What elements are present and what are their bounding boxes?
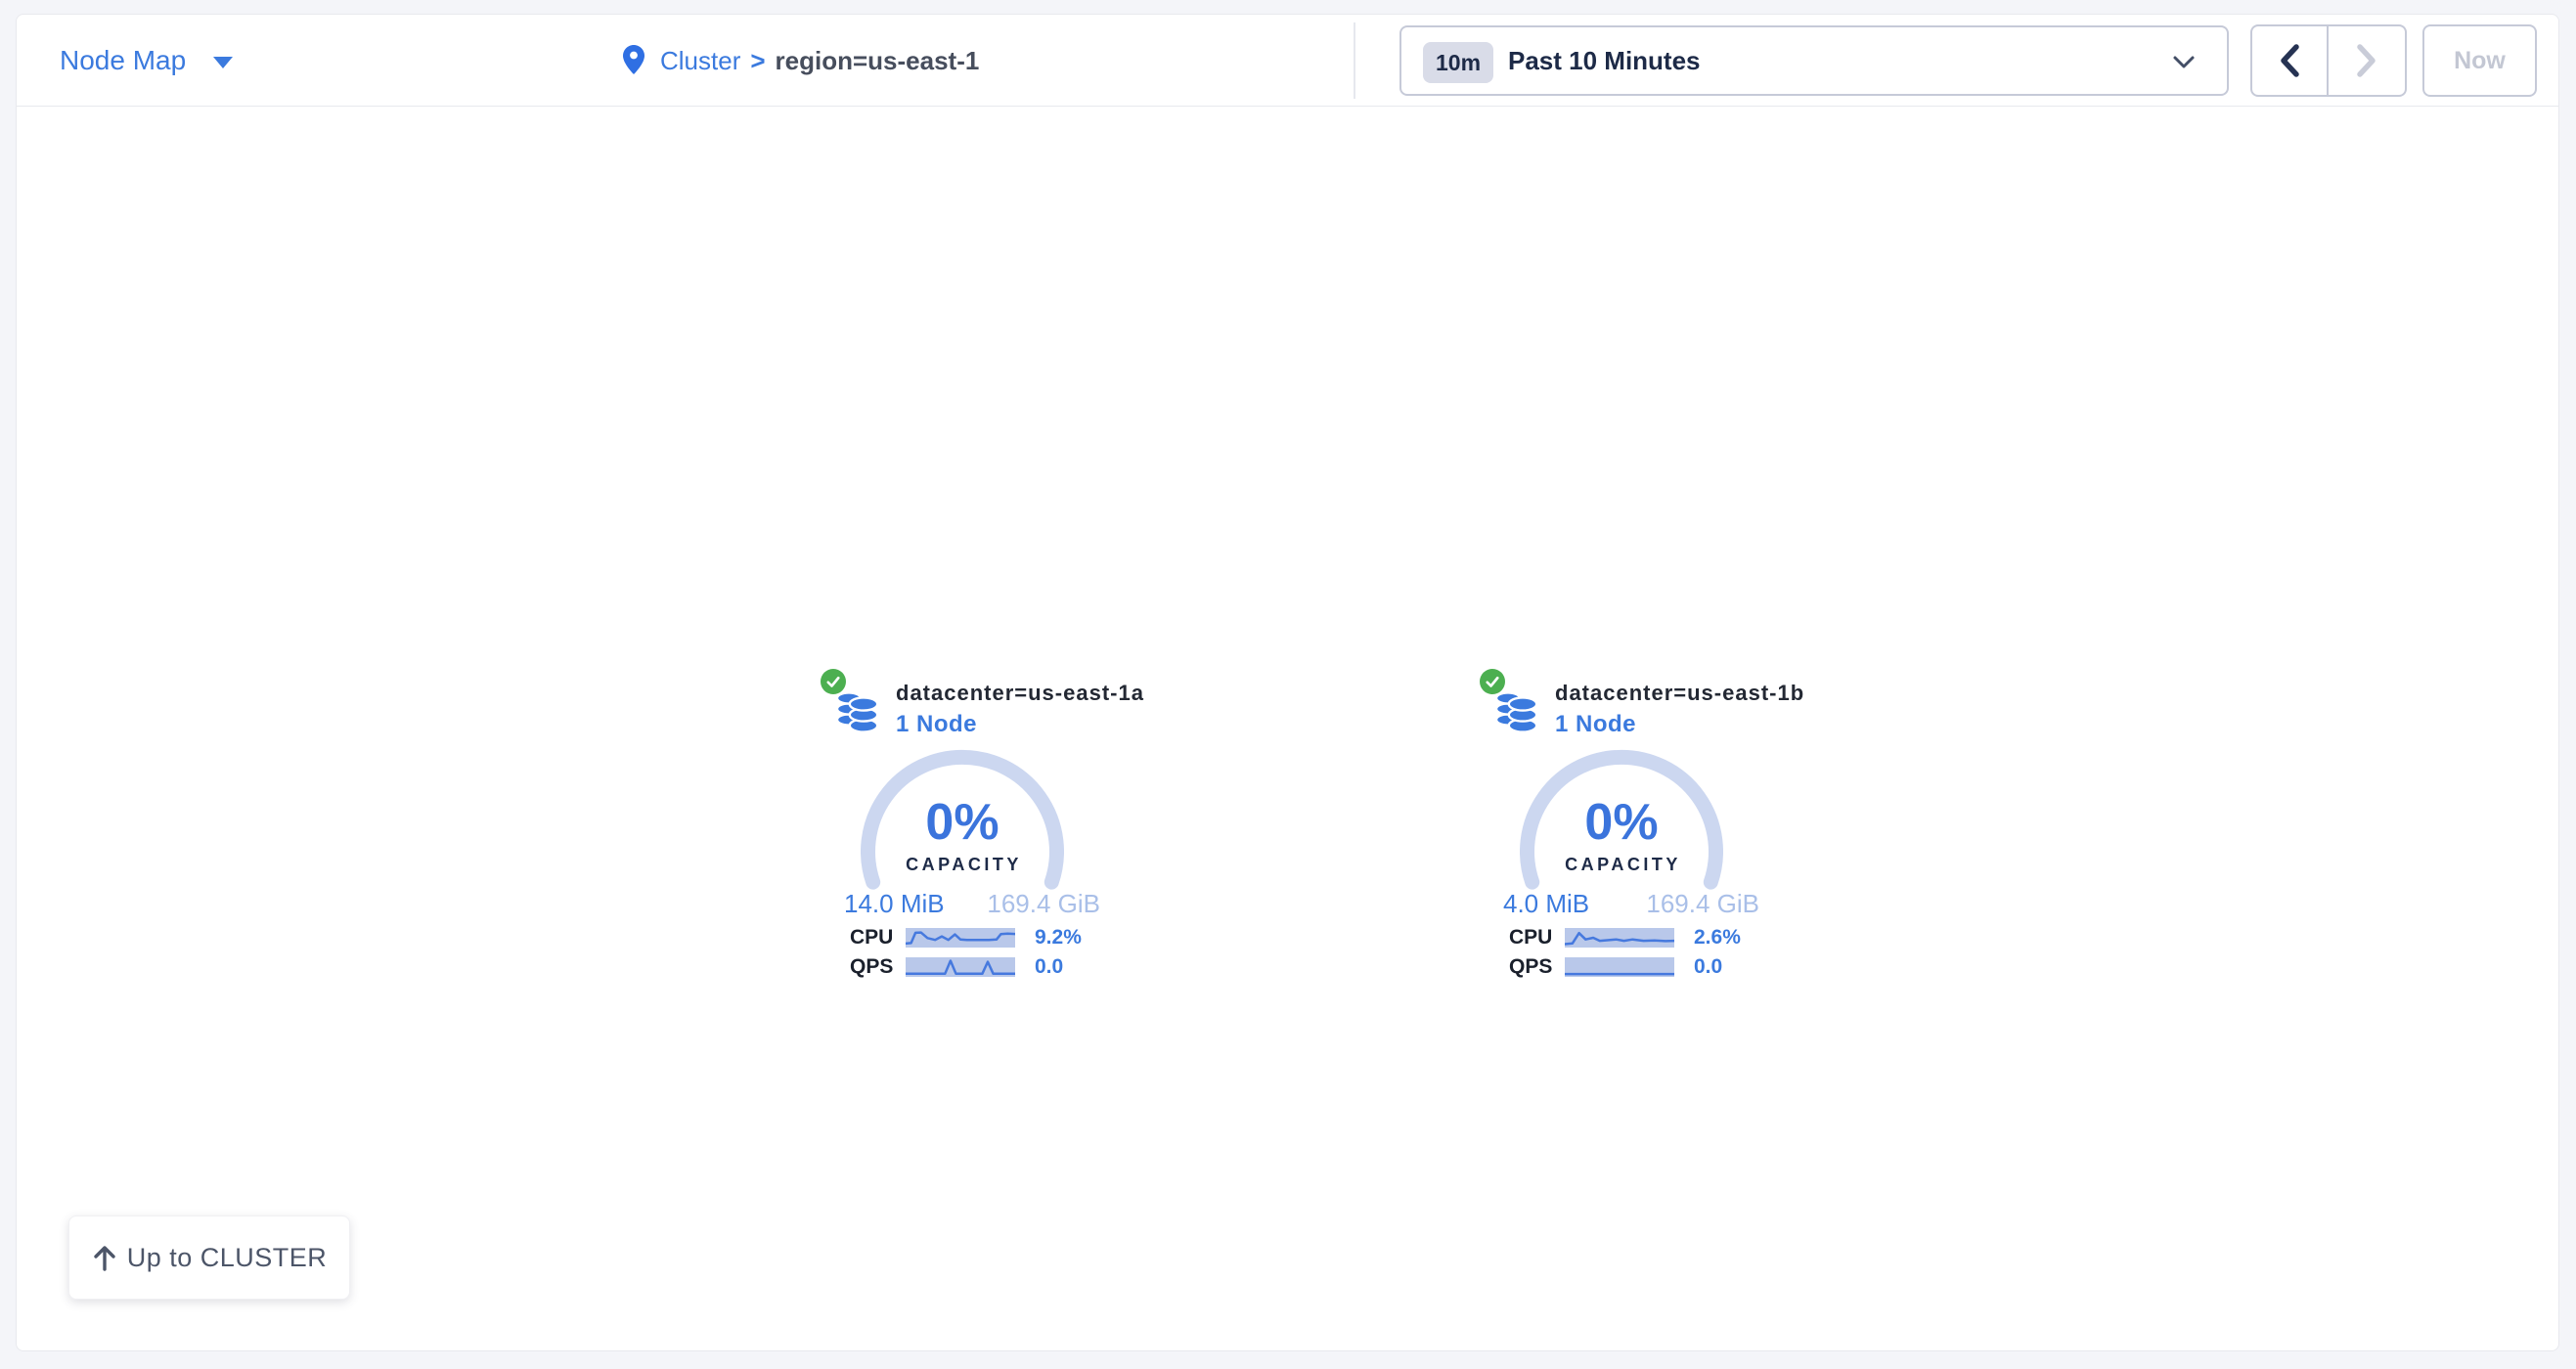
- qps-label: QPS: [1509, 956, 1552, 978]
- capacity-gauge: 0% CAPACITY: [861, 749, 1064, 898]
- time-range-badge: 10m: [1423, 42, 1493, 83]
- chevron-down-icon: [2172, 55, 2196, 70]
- capacity-used-total: 14.0 MiB 169.4 GiB: [844, 889, 1100, 918]
- prev-time-button[interactable]: [2252, 26, 2329, 95]
- capacity-used: 4.0 MiB: [1503, 889, 1589, 918]
- breadcrumb-separator: >: [750, 46, 765, 76]
- database-stack-icon: [1495, 683, 1538, 733]
- database-stack-icon: [836, 683, 879, 733]
- cpu-value: 9.2%: [1035, 927, 1082, 949]
- up-to-cluster-button[interactable]: Up to CLUSTER: [68, 1215, 350, 1300]
- qps-sparkline: [906, 957, 1015, 977]
- capacity-label: CAPACITY: [1520, 854, 1723, 875]
- time-range-dropdown[interactable]: 10m Past 10 Minutes: [1399, 25, 2229, 96]
- next-time-button[interactable]: [2329, 26, 2405, 95]
- main-panel: Node Map Cluster > region=us-east-1 10m …: [16, 14, 2559, 1351]
- cpu-value: 2.6%: [1694, 927, 1741, 949]
- capacity-percent: 0%: [861, 797, 1064, 848]
- chevron-right-icon: [2354, 42, 2379, 79]
- qps-sparkline: [1565, 957, 1674, 977]
- node-count-link[interactable]: 1 Node: [896, 711, 977, 738]
- check-icon: [821, 669, 846, 694]
- qps-metric-row: QPS 0.0: [1507, 956, 1783, 978]
- now-button[interactable]: Now: [2422, 24, 2537, 97]
- capacity-total: 169.4 GiB: [987, 889, 1100, 918]
- capacity-used: 14.0 MiB: [844, 889, 945, 918]
- time-pager: [2250, 24, 2407, 97]
- up-to-cluster-label: Up to CLUSTER: [127, 1243, 328, 1273]
- map-canvas: datacenter=us-east-1a 1 Node 0% CAPACITY…: [17, 108, 2558, 1352]
- datacenter-name: datacenter=us-east-1a: [896, 681, 1144, 706]
- header-divider: [1354, 22, 1355, 99]
- capacity-gauge: 0% CAPACITY: [1520, 749, 1723, 898]
- datacenter-name: datacenter=us-east-1b: [1555, 681, 1804, 706]
- qps-metric-row: QPS 0.0: [848, 956, 1124, 978]
- cpu-label: CPU: [850, 927, 893, 949]
- capacity-label: CAPACITY: [861, 854, 1064, 875]
- cpu-sparkline: [1565, 928, 1674, 948]
- view-selector-label: Node Map: [60, 45, 186, 76]
- cpu-metric-row: CPU 2.6%: [1507, 927, 1783, 949]
- dropdown-caret-icon: [213, 57, 233, 68]
- header: Node Map Cluster > region=us-east-1 10m …: [17, 15, 2558, 107]
- capacity-total: 169.4 GiB: [1646, 889, 1759, 918]
- location-pin-icon: [623, 45, 644, 74]
- node-count-link[interactable]: 1 Node: [1555, 711, 1636, 738]
- qps-value: 0.0: [1035, 956, 1063, 978]
- cpu-metric-row: CPU 9.2%: [848, 927, 1124, 949]
- arrow-up-icon: [92, 1244, 117, 1271]
- check-icon: [1480, 669, 1505, 694]
- capacity-used-total: 4.0 MiB 169.4 GiB: [1503, 889, 1759, 918]
- breadcrumb-cluster-link[interactable]: Cluster: [660, 46, 740, 76]
- breadcrumb-current: region=us-east-1: [776, 46, 980, 76]
- cpu-label: CPU: [1509, 927, 1552, 949]
- breadcrumb: Cluster > region=us-east-1: [623, 15, 979, 107]
- view-selector-dropdown[interactable]: Node Map: [60, 15, 233, 107]
- qps-value: 0.0: [1694, 956, 1722, 978]
- datacenter-group-us-east-1a[interactable]: datacenter=us-east-1a 1 Node 0% CAPACITY…: [821, 669, 1124, 992]
- chevron-left-icon: [2277, 42, 2302, 79]
- cpu-sparkline: [906, 928, 1015, 948]
- qps-label: QPS: [850, 956, 893, 978]
- time-range-label: Past 10 Minutes: [1508, 46, 1701, 76]
- datacenter-group-us-east-1b[interactable]: datacenter=us-east-1b 1 Node 0% CAPACITY…: [1480, 669, 1783, 992]
- capacity-percent: 0%: [1520, 797, 1723, 848]
